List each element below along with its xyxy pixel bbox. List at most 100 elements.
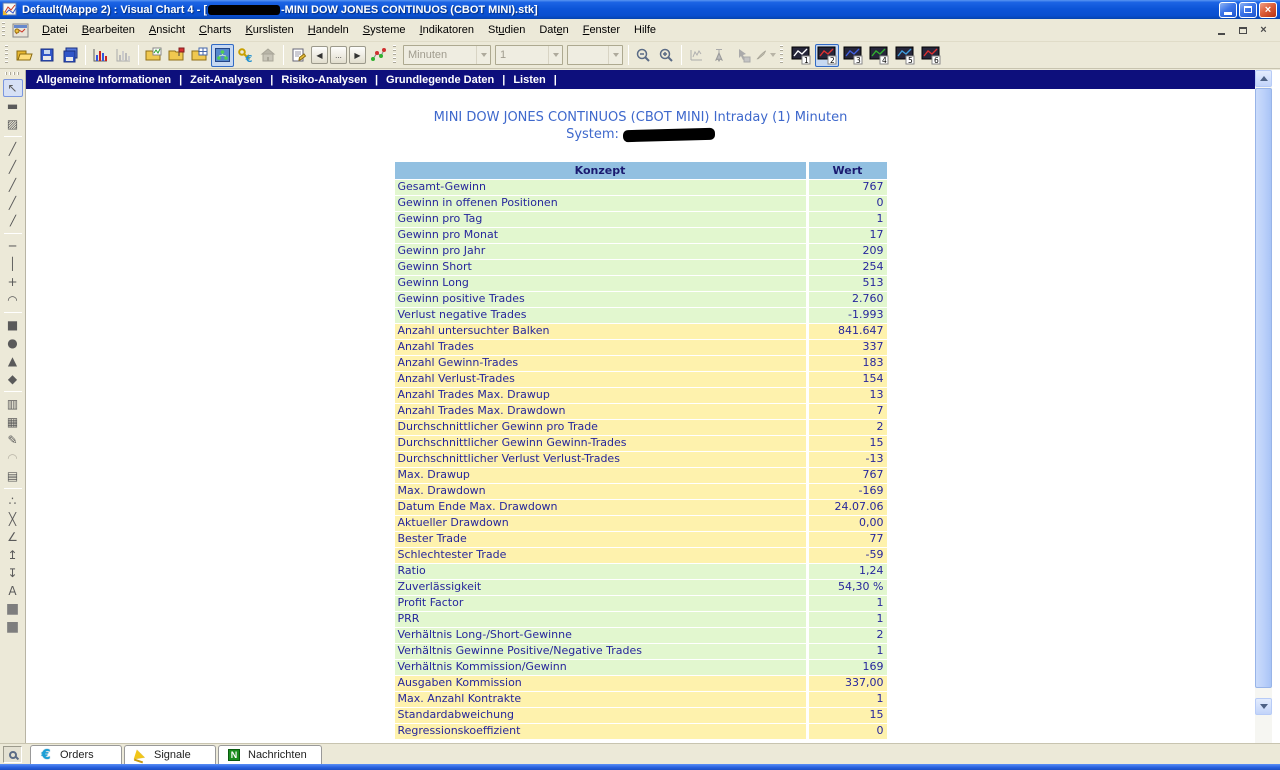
trendline-extended-tool[interactable]: ╱ — [3, 194, 23, 212]
fill-pattern-tool[interactable]: ▨ — [3, 115, 23, 133]
marker-square-tool[interactable]: ■ — [3, 600, 23, 618]
nav-next-button[interactable]: ▶ — [349, 46, 366, 64]
compress-button[interactable] — [685, 44, 708, 67]
depot-button[interactable] — [257, 44, 280, 67]
key-euro-button[interactable]: € — [234, 44, 257, 67]
diamond-tool[interactable]: ◆ — [3, 370, 23, 388]
toolbar-grip[interactable] — [393, 45, 398, 65]
open-chart-folder-button[interactable] — [142, 44, 165, 67]
marker-block-tool[interactable]: ■ — [3, 618, 23, 636]
chevron-down-icon[interactable] — [476, 46, 490, 64]
scatter-tool[interactable]: ∴ — [3, 492, 23, 510]
open-flag-folder-button[interactable] — [165, 44, 188, 67]
toolbar-grip[interactable] — [5, 72, 21, 77]
angle-tool[interactable]: ∠ — [3, 528, 23, 546]
chart-window-4-button[interactable]: 4 — [867, 44, 891, 67]
menu-hilfe[interactable]: Hilfe — [627, 21, 663, 39]
restore-button[interactable] — [1239, 2, 1257, 18]
interval-combo[interactable]: 1 — [495, 45, 563, 65]
menu-fenster[interactable]: Fenster — [576, 21, 627, 39]
highlight-tool[interactable]: ✎ — [3, 431, 23, 449]
minimize-button[interactable] — [1219, 2, 1237, 18]
chart-window-2-button[interactable]: 2 — [815, 44, 839, 67]
open-file-button[interactable] — [13, 44, 36, 67]
pointer-fill-button[interactable] — [731, 44, 754, 67]
text-tool[interactable]: A — [3, 582, 23, 600]
properties-button[interactable] — [287, 44, 310, 67]
save-button[interactable] — [36, 44, 59, 67]
chart-disabled-button[interactable] — [112, 44, 135, 67]
nav-link-allgemeine-informationen[interactable]: Allgemeine Informationen — [31, 74, 176, 86]
nav-link-listen[interactable]: Listen — [508, 74, 550, 86]
menu-studien[interactable]: Studien — [481, 21, 532, 39]
mdi-restore-button[interactable] — [1236, 24, 1249, 37]
chart-window-5-button[interactable]: 5 — [893, 44, 917, 67]
new-chart-button[interactable] — [89, 44, 112, 67]
parallel-lines-tool[interactable]: ╱╱ — [3, 212, 23, 230]
mdi-document-icon[interactable] — [12, 23, 29, 38]
toolbar-grip[interactable] — [2, 22, 7, 38]
chart-window-3-button[interactable]: 3 — [841, 44, 865, 67]
menu-kurslisten[interactable]: Kurslisten — [238, 21, 300, 39]
nav-link-risiko-analysen[interactable]: Risiko-Analysen — [276, 74, 372, 86]
period-combo[interactable]: Minuten — [403, 45, 491, 65]
arrow-up-tool[interactable]: ↥ — [3, 546, 23, 564]
menu-handeln[interactable]: Handeln — [301, 21, 356, 39]
pen-button[interactable] — [754, 44, 777, 67]
triangle-tool[interactable]: ▲ — [3, 352, 23, 370]
chevron-down-icon[interactable] — [608, 46, 622, 64]
ellipse-tool[interactable]: ● — [3, 334, 23, 352]
magnifier-button[interactable] — [3, 746, 22, 763]
scrollbar-down-button[interactable] — [1255, 698, 1272, 715]
crossed-lines-tool[interactable]: ╳ — [3, 510, 23, 528]
vertical-scrollbar[interactable] — [1255, 70, 1272, 743]
chart-window-1-button[interactable]: 1 — [789, 44, 813, 67]
curve-tool[interactable]: ◠ — [3, 291, 23, 309]
select-cursor-tool[interactable]: ↖ — [3, 79, 23, 97]
chevron-down-icon[interactable] — [548, 46, 562, 64]
chevron-down-icon[interactable] — [770, 53, 776, 57]
scrollbar-thumb[interactable] — [1255, 88, 1272, 688]
open-table-folder-button[interactable] — [188, 44, 211, 67]
tab-orders[interactable]: €Orders — [30, 745, 122, 764]
rectangle-tool[interactable]: ■ — [3, 316, 23, 334]
horizontal-line-tool[interactable]: ─ — [3, 237, 23, 255]
text-box-tool[interactable]: ▤ — [3, 467, 23, 485]
extra-combo[interactable] — [567, 45, 623, 65]
chart-window-6-button[interactable]: 6 — [919, 44, 943, 67]
close-button[interactable]: × — [1259, 2, 1277, 18]
nav-link-grundlegende-daten[interactable]: Grundlegende Daten — [381, 74, 499, 86]
nav-more-button[interactable]: ... — [330, 46, 347, 64]
menu-datei[interactable]: Datei — [35, 21, 75, 39]
systems-button[interactable] — [211, 44, 234, 67]
pin-line-tool[interactable]: ▬ — [3, 97, 23, 115]
menu-daten[interactable]: Daten — [532, 21, 575, 39]
nav-prev-button[interactable]: ◀ — [311, 46, 328, 64]
menu-charts[interactable]: Charts — [192, 21, 238, 39]
toolbar-grip[interactable] — [5, 45, 10, 65]
trendline-tool[interactable]: ╱ — [3, 140, 23, 158]
multi-pane-tool[interactable]: ▦ — [3, 413, 23, 431]
zoom-out-button[interactable] — [632, 44, 655, 67]
scrollbar-up-button[interactable] — [1255, 70, 1272, 87]
tab-nachrichten[interactable]: NNachrichten — [218, 745, 322, 764]
nav-link-zeit-analysen[interactable]: Zeit-Analysen — [185, 74, 267, 86]
trendline-ray-tool[interactable]: ╱ — [3, 176, 23, 194]
signals-route-button[interactable] — [367, 44, 390, 67]
mdi-close-button[interactable]: × — [1257, 24, 1270, 37]
save-all-button[interactable] — [59, 44, 82, 67]
two-pane-tool[interactable]: ▥ — [3, 395, 23, 413]
zoom-in-button[interactable] — [655, 44, 678, 67]
mdi-minimize-button[interactable] — [1215, 24, 1228, 37]
trendline-segment-tool[interactable]: ╱ — [3, 158, 23, 176]
menu-ansicht[interactable]: Ansicht — [142, 21, 192, 39]
toolbar-grip[interactable] — [780, 45, 785, 65]
arrow-down-tool[interactable]: ↧ — [3, 564, 23, 582]
menu-systeme[interactable]: Systeme — [356, 21, 413, 39]
pointer-line-button[interactable] — [708, 44, 731, 67]
fan-tool[interactable]: ◠ — [3, 449, 23, 467]
menu-indikatoren[interactable]: Indikatoren — [413, 21, 481, 39]
vertical-line-tool[interactable]: │ — [3, 255, 23, 273]
menu-bearbeiten[interactable]: Bearbeiten — [75, 21, 142, 39]
cross-tool[interactable]: + — [3, 273, 23, 291]
